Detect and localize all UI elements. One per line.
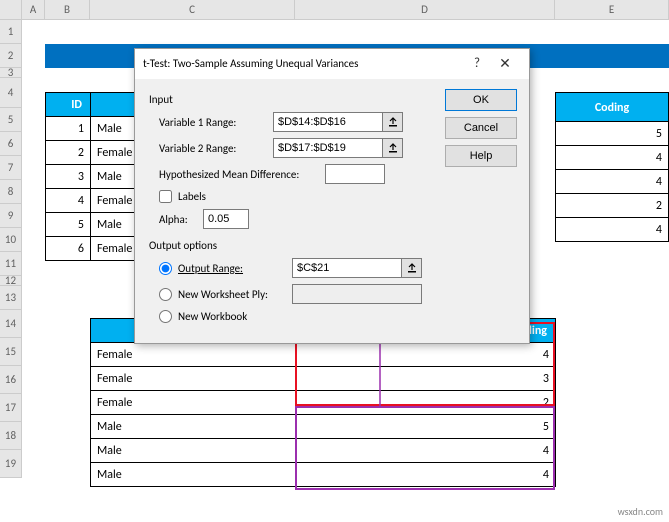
bcell-coding-1[interactable]: 4 — [296, 343, 556, 367]
cell-id-1[interactable]: 1 — [46, 117, 91, 141]
output-range-radio[interactable] — [159, 262, 172, 275]
output-group-label: Output options — [149, 239, 435, 252]
alpha-input[interactable] — [203, 209, 249, 229]
output-range-label: Output Range: — [178, 262, 286, 275]
row-header-13[interactable]: 13 — [0, 286, 21, 310]
row-header-12[interactable]: 12 — [0, 276, 21, 286]
dialog-titlebar[interactable]: t-Test: Two-Sample Assuming Unequal Vari… — [135, 49, 529, 79]
new-worksheet-label: New Worksheet Ply: — [178, 288, 286, 301]
var2-label: Variable 2 Range: — [149, 142, 267, 155]
bcell-gender-3[interactable]: Female — [91, 391, 296, 415]
cell-coding-3[interactable]: 4 — [555, 170, 669, 194]
input-group-label: Input — [149, 93, 435, 106]
bcell-gender-2[interactable]: Female — [91, 367, 296, 391]
top-header-id[interactable]: ID — [46, 93, 91, 117]
cell-id-5[interactable]: 5 — [46, 213, 91, 237]
cell-id-3[interactable]: 3 — [46, 165, 91, 189]
bcell-coding-4[interactable]: 5 — [296, 415, 556, 439]
row-headers: 1 2 3 4 5 6 7 8 9 10 11 12 13 14 15 16 1… — [0, 20, 22, 478]
var2-refedit-button[interactable] — [383, 138, 403, 158]
ttest-dialog: t-Test: Two-Sample Assuming Unequal Vari… — [134, 48, 530, 344]
bcell-coding-2[interactable]: 3 — [296, 367, 556, 391]
new-workbook-radio[interactable] — [159, 310, 172, 323]
row-header-15[interactable]: 15 — [0, 338, 21, 366]
hypothesized-input[interactable] — [325, 164, 385, 184]
column-headers: A B C D E — [0, 0, 669, 20]
cell-coding-2[interactable]: 4 — [555, 146, 669, 170]
labels-checkbox[interactable] — [159, 190, 172, 203]
top-header-coding[interactable]: Coding — [555, 92, 669, 122]
row-header-5[interactable]: 5 — [0, 108, 21, 132]
new-worksheet-input — [292, 284, 422, 304]
cell-id-4[interactable]: 4 — [46, 189, 91, 213]
ok-button[interactable]: OK — [445, 89, 517, 111]
row-header-8[interactable]: 8 — [0, 180, 21, 204]
row-header-1[interactable]: 1 — [0, 20, 21, 44]
cancel-button[interactable]: Cancel — [445, 117, 517, 139]
help-button[interactable]: Help — [445, 145, 517, 167]
row-header-14[interactable]: 14 — [0, 310, 21, 338]
row-header-16[interactable]: 16 — [0, 366, 21, 394]
watermark: wsxdn.com — [618, 505, 663, 518]
col-header-D[interactable]: D — [295, 0, 555, 19]
cell-id-2[interactable]: 2 — [46, 141, 91, 165]
col-header-B[interactable]: B — [45, 0, 90, 19]
cell-coding-5[interactable]: 4 — [555, 218, 669, 242]
bcell-gender-5[interactable]: Male — [91, 439, 296, 463]
dialog-close-icon[interactable]: ✕ — [489, 49, 521, 79]
row-header-18[interactable]: 18 — [0, 422, 21, 450]
col-header-E[interactable]: E — [555, 0, 669, 19]
output-range-refedit-button[interactable] — [402, 258, 422, 278]
col-header-C[interactable]: C — [90, 0, 295, 19]
output-range-input[interactable] — [292, 258, 402, 278]
dialog-help-icon[interactable]: ? — [465, 49, 489, 79]
row-header-17[interactable]: 17 — [0, 394, 21, 422]
cell-coding-4[interactable]: 2 — [555, 194, 669, 218]
labels-checkbox-label: Labels — [178, 190, 206, 203]
bcell-gender-4[interactable]: Male — [91, 415, 296, 439]
cell-coding-1[interactable]: 5 — [555, 122, 669, 146]
bcell-coding-5[interactable]: 4 — [296, 439, 556, 463]
bcell-coding-3[interactable]: 2 — [296, 391, 556, 415]
var1-refedit-button[interactable] — [383, 112, 403, 132]
row-header-19[interactable]: 19 — [0, 450, 21, 478]
var1-input[interactable] — [273, 112, 383, 132]
bcell-gender-6[interactable]: Male — [91, 463, 296, 487]
cell-id-6[interactable]: 6 — [46, 237, 91, 261]
var1-label: Variable 1 Range: — [149, 116, 267, 129]
top-coding-column: 5 4 4 2 4 — [555, 122, 669, 242]
alpha-label: Alpha: — [149, 213, 197, 226]
new-worksheet-radio[interactable] — [159, 288, 172, 301]
row-header-11[interactable]: 11 — [0, 252, 21, 276]
col-header-A[interactable]: A — [22, 0, 45, 19]
row-header-9[interactable]: 9 — [0, 204, 21, 228]
new-workbook-label: New Workbook — [178, 310, 247, 323]
row-header-10[interactable]: 10 — [0, 228, 21, 252]
select-all-corner[interactable] — [0, 0, 22, 19]
row-header-2[interactable]: 2 — [0, 44, 21, 68]
row-header-4[interactable]: 4 — [0, 78, 21, 108]
dialog-title-text: t-Test: Two-Sample Assuming Unequal Vari… — [143, 49, 465, 79]
row-header-7[interactable]: 7 — [0, 156, 21, 180]
bcell-coding-6[interactable]: 4 — [296, 463, 556, 487]
var2-input[interactable] — [273, 138, 383, 158]
row-header-3[interactable]: 3 — [0, 68, 21, 78]
row-header-6[interactable]: 6 — [0, 132, 21, 156]
hypothesized-label: Hypothesized Mean Difference: — [149, 168, 319, 181]
bcell-gender-1[interactable]: Female — [91, 343, 296, 367]
